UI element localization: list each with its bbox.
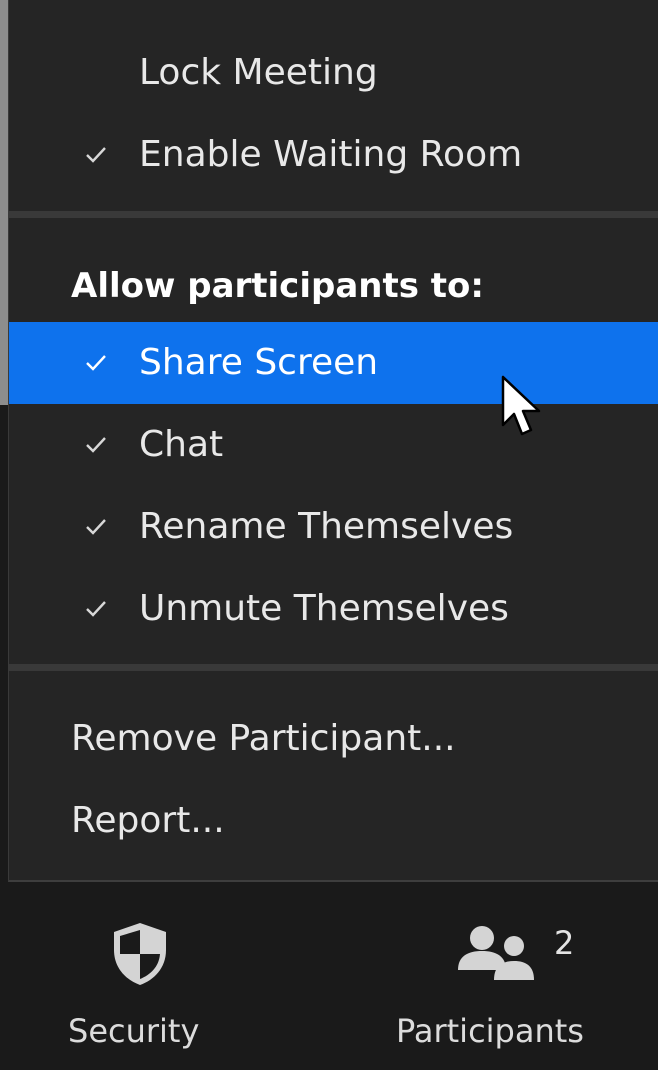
menu-item-label: Rename Themselves xyxy=(139,506,514,547)
menu-item-share-screen[interactable]: Share Screen xyxy=(9,322,658,404)
menu-item-label: Enable Waiting Room xyxy=(139,134,523,175)
participants-label: Participants xyxy=(396,1012,584,1050)
menu-item-report[interactable]: Report... xyxy=(9,780,658,862)
participants-button[interactable]: 2 Participants xyxy=(380,884,658,1070)
checkmark-icon xyxy=(81,486,111,568)
meeting-toolbar: Security 2 Participants xyxy=(0,884,658,1070)
menu-separator xyxy=(9,211,658,218)
menu-item-label: Unmute Themselves xyxy=(139,588,509,629)
menu-item-label: Report... xyxy=(71,800,225,841)
menu-item-label: Remove Participant... xyxy=(71,718,456,759)
security-label: Security xyxy=(68,1012,200,1050)
menu-separator xyxy=(9,664,658,671)
menu-item-label: Share Screen xyxy=(139,342,379,383)
checkmark-icon xyxy=(81,322,111,404)
shield-icon xyxy=(108,920,172,992)
menu-item-remove-participant[interactable]: Remove Participant... xyxy=(9,698,658,780)
menu-item-unmute-themselves[interactable]: Unmute Themselves xyxy=(9,568,658,650)
checkmark-icon xyxy=(81,568,111,650)
checkmark-icon xyxy=(81,404,111,486)
security-menu: Lock Meeting Enable Waiting Room Allow p… xyxy=(8,0,658,882)
menu-item-enable-waiting-room[interactable]: Enable Waiting Room xyxy=(9,114,658,196)
menu-item-rename-themselves[interactable]: Rename Themselves xyxy=(9,486,658,568)
checkmark-icon xyxy=(81,114,111,196)
menu-item-label: Lock Meeting xyxy=(139,52,378,93)
security-button[interactable]: Security xyxy=(40,884,240,1070)
allow-participants-heading: Allow participants to: xyxy=(71,266,485,306)
menu-item-lock-meeting[interactable]: Lock Meeting xyxy=(9,32,658,114)
mouse-pointer-icon xyxy=(500,374,544,444)
background-strip xyxy=(0,0,8,405)
participants-icon xyxy=(456,924,540,988)
app-window: Lock Meeting Enable Waiting Room Allow p… xyxy=(0,0,658,1070)
participant-count-badge: 2 xyxy=(554,924,575,962)
menu-item-label: Chat xyxy=(139,424,224,465)
menu-item-chat[interactable]: Chat xyxy=(9,404,658,486)
